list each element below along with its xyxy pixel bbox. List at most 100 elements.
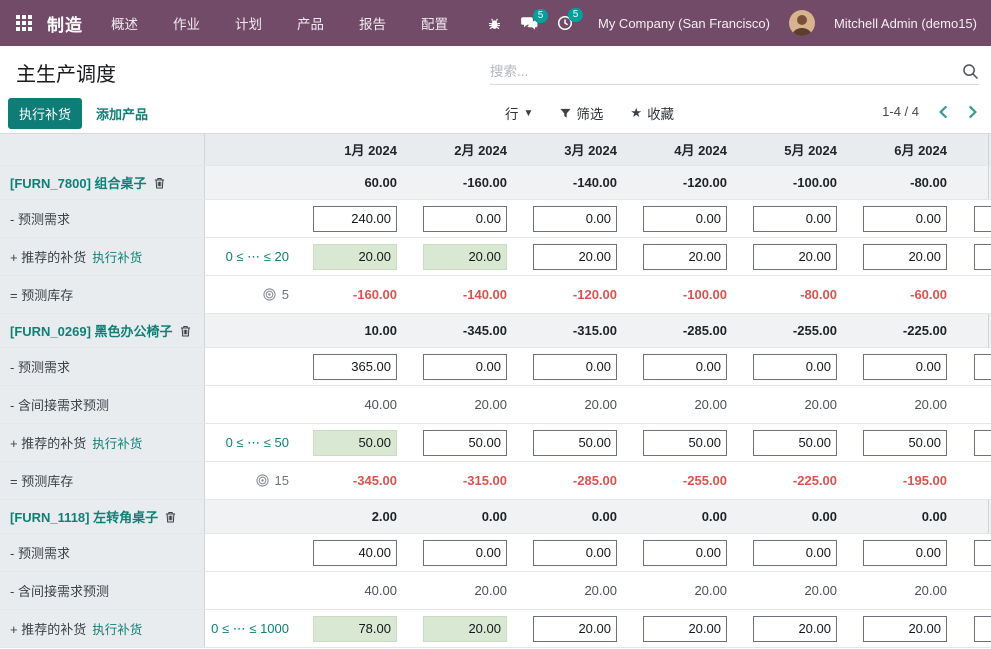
partial-input[interactable] bbox=[974, 206, 991, 232]
forecast-input[interactable] bbox=[863, 616, 947, 642]
forecast-input[interactable] bbox=[313, 354, 397, 380]
replenish-suggest-input[interactable] bbox=[313, 616, 397, 642]
search-icon[interactable] bbox=[962, 63, 979, 80]
forecast-input[interactable] bbox=[533, 616, 617, 642]
value-cell: 20.00 bbox=[517, 397, 627, 412]
replenish-link[interactable]: 执行补货 bbox=[92, 619, 142, 638]
apps-menu-icon[interactable] bbox=[16, 15, 32, 31]
product-name-link[interactable]: [FURN_1118] 左转角桌子 bbox=[10, 507, 158, 526]
pager-next-icon[interactable] bbox=[968, 105, 977, 119]
partial-column bbox=[957, 500, 991, 533]
delete-product-icon[interactable] bbox=[154, 177, 165, 189]
replenish-link[interactable]: 执行补货 bbox=[92, 247, 142, 266]
replenish-range: 0 ≤ ⋯ ≤ 50 bbox=[226, 435, 289, 451]
page-title: 主生产调度 bbox=[16, 58, 116, 87]
add-product-button[interactable]: 添加产品 bbox=[86, 98, 158, 129]
product-name-link[interactable]: [FURN_0269] 黑色办公椅子 bbox=[10, 321, 173, 340]
activities-clock-icon[interactable]: 5 bbox=[557, 15, 573, 31]
favorites-label: 收藏 bbox=[647, 103, 674, 123]
search-input[interactable] bbox=[490, 64, 956, 79]
forecast-input[interactable] bbox=[643, 354, 727, 380]
menu-item-planning[interactable]: 计划 bbox=[233, 9, 264, 37]
table-row: - 预测需求 bbox=[0, 348, 991, 386]
product-name-link[interactable]: [FURN_7800] 组合桌子 bbox=[10, 173, 147, 192]
partial-input[interactable] bbox=[974, 244, 991, 270]
product-total-cell: -225.00 bbox=[847, 323, 957, 338]
product-total-value: -140.00 bbox=[573, 175, 617, 190]
forecast-input[interactable] bbox=[533, 206, 617, 232]
forecast-input[interactable] bbox=[423, 206, 507, 232]
replenish-suggest-input[interactable] bbox=[313, 430, 397, 456]
partial-input[interactable] bbox=[974, 430, 991, 456]
rows-dropdown[interactable]: 行 ▼ bbox=[505, 103, 533, 123]
star-icon: ★ bbox=[630, 105, 642, 121]
value-cell bbox=[737, 206, 847, 232]
table-row: + 推荐的补货执行补货0 ≤ ⋯ ≤ 20 bbox=[0, 238, 991, 276]
view-controls: 行 ▼ 筛选 ★ 收藏 bbox=[505, 103, 674, 123]
negative-forecast-value: -285.00 bbox=[573, 473, 617, 488]
replenish-link[interactable]: 执行补货 bbox=[92, 433, 142, 452]
replenish-suggest-input[interactable] bbox=[423, 244, 507, 270]
forecast-input[interactable] bbox=[643, 540, 727, 566]
messages-icon[interactable]: 5 bbox=[521, 16, 538, 31]
menu-item-overview[interactable]: 概述 bbox=[109, 9, 140, 37]
forecast-input[interactable] bbox=[643, 244, 727, 270]
partial-input[interactable] bbox=[974, 354, 991, 380]
menu-item-reporting[interactable]: 报告 bbox=[357, 9, 388, 37]
forecast-input[interactable] bbox=[753, 354, 837, 380]
month-column-header: 2月 2024 bbox=[407, 140, 517, 159]
product-total-value: -160.00 bbox=[463, 175, 507, 190]
forecast-input[interactable] bbox=[643, 616, 727, 642]
forecast-input[interactable] bbox=[753, 430, 837, 456]
forecast-input[interactable] bbox=[533, 354, 617, 380]
partial-column bbox=[957, 200, 991, 237]
forecast-input[interactable] bbox=[863, 244, 947, 270]
pager-previous-icon[interactable] bbox=[939, 105, 948, 119]
partial-column bbox=[957, 610, 991, 647]
replenish-button[interactable]: 执行补货 bbox=[8, 98, 82, 129]
forecast-input[interactable] bbox=[753, 244, 837, 270]
column-divider bbox=[988, 314, 989, 347]
forecast-input[interactable] bbox=[313, 206, 397, 232]
delete-product-icon[interactable] bbox=[180, 325, 191, 337]
forecast-input[interactable] bbox=[533, 244, 617, 270]
negative-forecast-value: -345.00 bbox=[353, 473, 397, 488]
filters-dropdown[interactable]: 筛选 bbox=[560, 103, 603, 123]
debug-bug-icon[interactable] bbox=[487, 16, 502, 31]
value-cell bbox=[847, 430, 957, 456]
pager: 1-4 / 4 bbox=[882, 104, 977, 119]
menu-item-products[interactable]: 产品 bbox=[295, 9, 326, 37]
replenish-suggest-input[interactable] bbox=[313, 244, 397, 270]
forecast-input[interactable] bbox=[423, 430, 507, 456]
forecast-input[interactable] bbox=[863, 430, 947, 456]
forecast-input[interactable] bbox=[863, 540, 947, 566]
forecast-input[interactable] bbox=[863, 354, 947, 380]
app-name[interactable]: 制造 bbox=[47, 11, 83, 36]
menu-item-operations[interactable]: 作业 bbox=[171, 9, 202, 37]
forecast-input[interactable] bbox=[423, 540, 507, 566]
replenish-suggest-input[interactable] bbox=[423, 616, 507, 642]
forecast-input[interactable] bbox=[753, 206, 837, 232]
favorites-dropdown[interactable]: ★ 收藏 bbox=[630, 103, 674, 123]
forecast-input[interactable] bbox=[753, 540, 837, 566]
user-menu[interactable]: Mitchell Admin (demo15) bbox=[834, 16, 977, 31]
forecast-input[interactable] bbox=[753, 616, 837, 642]
product-label-cell: [FURN_0269] 黑色办公椅子 bbox=[0, 314, 205, 347]
forecast-input[interactable] bbox=[643, 206, 727, 232]
company-switcher[interactable]: My Company (San Francisco) bbox=[598, 16, 770, 31]
rows-dropdown-label: 行 bbox=[505, 103, 519, 123]
replenish-range: 0 ≤ ⋯ ≤ 1000 bbox=[211, 621, 289, 637]
forecast-input[interactable] bbox=[533, 430, 617, 456]
forecast-input[interactable] bbox=[643, 430, 727, 456]
delete-product-icon[interactable] bbox=[165, 511, 176, 523]
partial-input[interactable] bbox=[974, 616, 991, 642]
forecast-input[interactable] bbox=[423, 354, 507, 380]
avatar[interactable] bbox=[789, 10, 815, 36]
value-cell bbox=[297, 430, 407, 456]
partial-input[interactable] bbox=[974, 540, 991, 566]
forecast-input[interactable] bbox=[863, 206, 947, 232]
menu-item-configuration[interactable]: 配置 bbox=[419, 9, 450, 37]
forecast-input[interactable] bbox=[533, 540, 617, 566]
partial-column bbox=[957, 348, 991, 385]
forecast-input[interactable] bbox=[313, 540, 397, 566]
